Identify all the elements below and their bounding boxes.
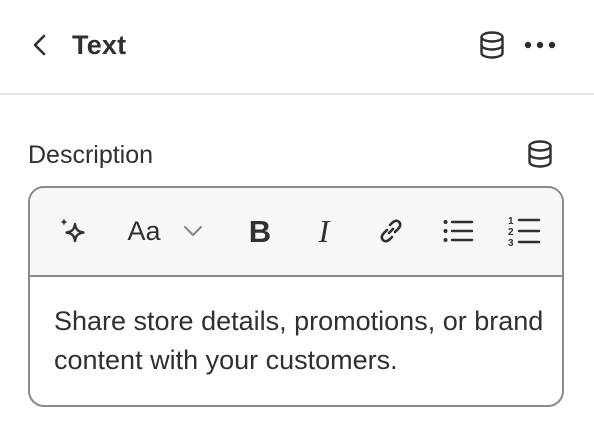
font-style-label: Aa bbox=[127, 215, 161, 246]
panel-header: Text bbox=[0, 0, 594, 95]
more-actions-button[interactable] bbox=[520, 27, 560, 63]
back-button[interactable] bbox=[24, 28, 56, 62]
svg-text:3: 3 bbox=[508, 238, 514, 248]
numbered-list-icon: 1 2 3 bbox=[508, 216, 541, 248]
sparkle-icon bbox=[60, 218, 85, 243]
editor-content[interactable]: Share store details, promotions, or bran… bbox=[54, 302, 544, 380]
ai-generate-button[interactable] bbox=[50, 209, 94, 253]
chevron-down-icon bbox=[183, 225, 203, 237]
more-horizontal-icon bbox=[524, 41, 556, 49]
connect-source-button[interactable] bbox=[474, 27, 510, 63]
database-icon bbox=[480, 31, 504, 59]
bullet-list-icon bbox=[443, 220, 474, 242]
font-style-button[interactable]: Aa bbox=[122, 209, 166, 253]
description-label: Description bbox=[28, 141, 154, 169]
panel-title: Text bbox=[72, 30, 127, 60]
numbered-list-button[interactable]: 1 2 3 bbox=[502, 209, 546, 253]
bold-label: B bbox=[248, 213, 272, 249]
italic-label: I bbox=[318, 213, 330, 249]
rich-text-editor: Aa B I 1 2 3 Share store details, promot… bbox=[28, 186, 564, 407]
connect-dynamic-source-button[interactable] bbox=[522, 136, 558, 172]
database-icon bbox=[528, 140, 552, 168]
bulleted-list-button[interactable] bbox=[436, 209, 480, 253]
italic-button[interactable]: I bbox=[306, 209, 342, 253]
svg-text:2: 2 bbox=[508, 227, 514, 238]
svg-text:1: 1 bbox=[508, 216, 514, 227]
chevron-left-icon bbox=[33, 34, 46, 56]
editor-toolbar: Aa B I 1 2 3 bbox=[30, 188, 562, 277]
font-style-dropdown[interactable] bbox=[178, 209, 208, 253]
bold-button[interactable]: B bbox=[240, 209, 280, 253]
link-button[interactable] bbox=[370, 209, 412, 253]
link-icon bbox=[380, 219, 402, 243]
